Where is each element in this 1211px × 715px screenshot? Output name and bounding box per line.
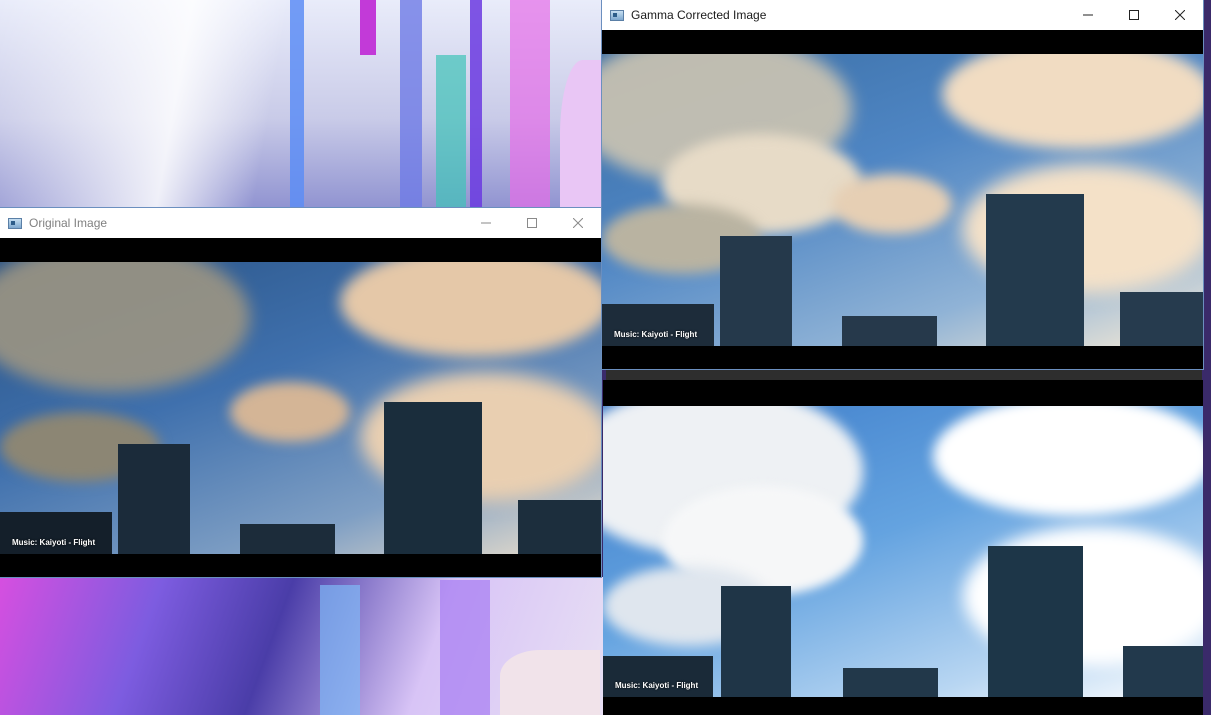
building-low-right <box>518 500 601 554</box>
close-icon <box>573 218 583 228</box>
minimize-button[interactable] <box>463 208 509 238</box>
building-low-left <box>602 304 714 346</box>
third-video-frame: Music: Kaiyoti - Flight <box>603 406 1203 697</box>
building-left-tower <box>720 236 792 346</box>
app-icon <box>8 217 22 229</box>
building-right-tower <box>986 194 1084 346</box>
building-low-mid <box>843 668 938 697</box>
wallpaper-streak <box>360 0 376 55</box>
wallpaper-streak <box>560 60 605 210</box>
building-low-mid <box>240 524 335 554</box>
gamma-window-client: Music: Kaiyoti - Flight <box>602 30 1203 369</box>
close-icon <box>1175 10 1185 20</box>
maximize-icon <box>1129 10 1139 20</box>
maximize-button[interactable] <box>1111 0 1157 30</box>
minimize-icon <box>1083 14 1093 16</box>
cloud <box>230 382 350 442</box>
maximize-icon <box>527 218 537 228</box>
cloud <box>832 174 952 234</box>
video-caption: Music: Kaiyoti - Flight <box>615 681 699 690</box>
building-low-right <box>1120 292 1203 346</box>
wallpaper-streak <box>470 0 482 210</box>
close-button[interactable] <box>555 208 601 238</box>
video-caption: Music: Kaiyoti - Flight <box>614 330 698 339</box>
building-right-tower <box>384 402 482 554</box>
building-left-tower <box>721 586 791 697</box>
video-caption: Music: Kaiyoti - Flight <box>12 538 96 547</box>
minimize-icon <box>481 222 491 224</box>
wallpaper-streak <box>510 0 550 210</box>
maximize-button[interactable] <box>509 208 555 238</box>
wallpaper-streak <box>320 585 360 715</box>
minimize-button[interactable] <box>1065 0 1111 30</box>
wallpaper-streak <box>290 0 304 210</box>
original-window-client: Music: Kaiyoti - Flight <box>0 238 601 577</box>
gamma-window-titlebar[interactable]: Gamma Corrected Image <box>602 0 1203 30</box>
building-right-tower <box>988 546 1083 697</box>
app-icon <box>610 9 624 21</box>
third-window-client: Music: Kaiyoti - Flight <box>603 380 1203 715</box>
wallpaper-streak <box>436 55 466 210</box>
original-window-titlebar[interactable]: Original Image <box>0 208 601 238</box>
third-image-window: Music: Kaiyoti - Flight <box>603 380 1203 715</box>
building-low-left <box>603 656 713 697</box>
wallpaper-streak <box>440 580 490 715</box>
window-title: Original Image <box>29 216 108 230</box>
building-low-right <box>1123 646 1203 697</box>
original-image-window: Original Image Music: Kaiyoti - Flight <box>0 208 601 577</box>
window-title: Gamma Corrected Image <box>631 8 767 22</box>
gamma-corrected-window: Gamma Corrected Image Music: Kaiyoti - F… <box>602 0 1203 369</box>
wallpaper-streak <box>400 0 422 210</box>
original-video-frame: Music: Kaiyoti - Flight <box>0 262 601 554</box>
building-low-mid <box>842 316 937 346</box>
wallpaper-streak <box>500 650 600 715</box>
building-left-tower <box>118 444 190 554</box>
close-button[interactable] <box>1157 0 1203 30</box>
building-low-left <box>0 512 112 554</box>
gamma-video-frame: Music: Kaiyoti - Flight <box>602 54 1203 346</box>
